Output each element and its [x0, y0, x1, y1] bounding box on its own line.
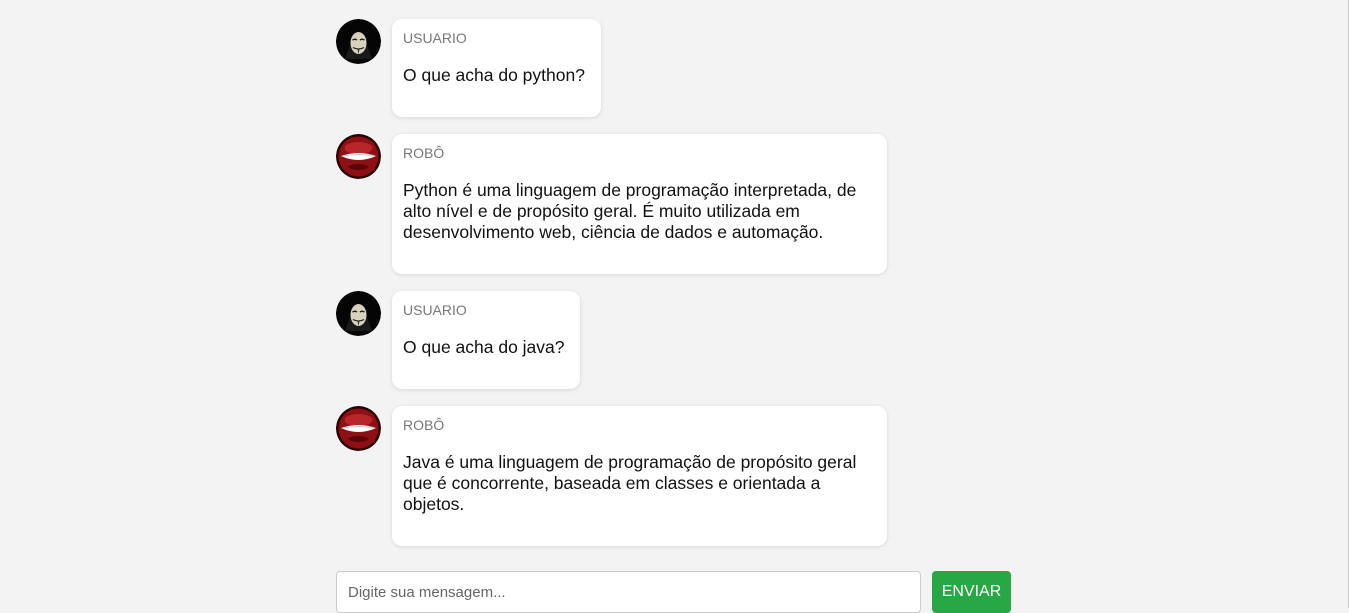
message-user: USUARIO O que acha do python? [336, 19, 1036, 117]
robot-face-icon [336, 406, 381, 451]
message-author: ROBÔ [403, 417, 445, 433]
message-composer: ENVIAR [336, 571, 1011, 613]
message-bot: ROBÔ Python é uma linguagem de programaç… [336, 134, 1036, 274]
anonymous-mask-icon [336, 19, 381, 64]
message-text: Java é uma linguagem de programação de p… [403, 452, 857, 514]
message-input[interactable] [336, 571, 921, 613]
message-user: USUARIO O que acha do java? [336, 291, 1036, 389]
chat-log: USUARIO O que acha do python? ROBÔ Pytho… [336, 19, 1036, 563]
message-bubble: ROBÔ Java é uma linguagem de programação… [392, 406, 887, 546]
message-bubble: USUARIO O que acha do python? [392, 19, 601, 117]
message-author: ROBÔ [403, 145, 445, 161]
message-bubble: USUARIO O que acha do java? [392, 291, 580, 389]
message-author: USUARIO [403, 30, 467, 46]
message-text: O que acha do java? [403, 337, 565, 357]
message-bubble: ROBÔ Python é uma linguagem de programaç… [392, 134, 887, 274]
message-text: Python é uma linguagem de programação in… [403, 180, 857, 242]
message-author: USUARIO [403, 302, 467, 318]
robot-face-icon [336, 134, 381, 179]
anonymous-mask-icon [336, 291, 381, 336]
message-bot: ROBÔ Java é uma linguagem de programação… [336, 406, 1036, 546]
send-button[interactable]: ENVIAR [932, 571, 1011, 613]
message-text: O que acha do python? [403, 65, 585, 85]
